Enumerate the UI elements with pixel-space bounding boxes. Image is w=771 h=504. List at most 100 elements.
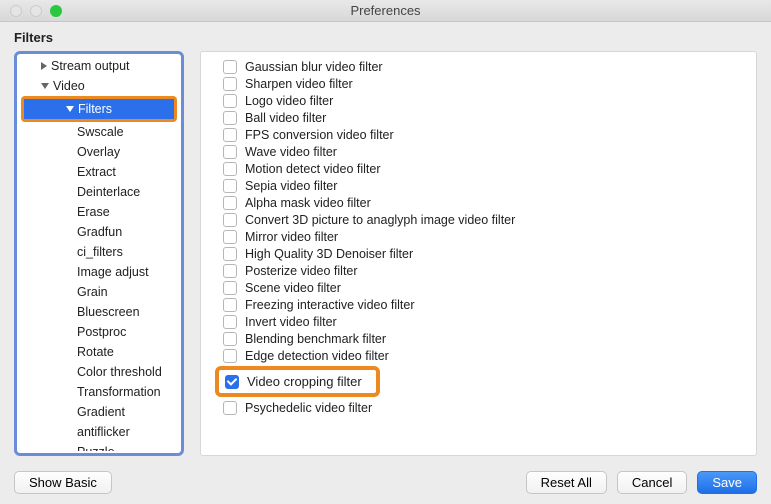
checkbox[interactable] — [223, 349, 237, 363]
filter-label: Sepia video filter — [245, 179, 337, 193]
sidebar-item-label: antiflicker — [77, 425, 130, 439]
sidebar-item[interactable]: Color threshold — [19, 362, 179, 382]
sidebar-item-label: Grain — [77, 285, 108, 299]
filter-highlight: Video cropping filter — [215, 366, 380, 397]
section-title: Filters — [0, 22, 771, 51]
sidebar-item[interactable]: Image adjust — [19, 262, 179, 282]
show-basic-button[interactable]: Show Basic — [14, 471, 112, 494]
filter-label: Alpha mask video filter — [245, 196, 371, 210]
checkbox[interactable] — [223, 213, 237, 227]
filter-row[interactable]: Ball video filter — [201, 109, 756, 126]
sidebar-item[interactable]: Puzzle — [19, 442, 179, 451]
chevron-right-icon — [41, 62, 47, 70]
filter-label: Ball video filter — [245, 111, 326, 125]
sidebar-item-label: Gradfun — [77, 225, 122, 239]
checkbox[interactable] — [223, 281, 237, 295]
sidebar-item[interactable]: Filters — [24, 99, 174, 119]
checkbox[interactable] — [223, 196, 237, 210]
sidebar-item[interactable]: Extract — [19, 162, 179, 182]
filter-row[interactable]: High Quality 3D Denoiser filter — [201, 245, 756, 262]
filter-label: Wave video filter — [245, 145, 337, 159]
sidebar-item[interactable]: Deinterlace — [19, 182, 179, 202]
filter-row[interactable]: Logo video filter — [201, 92, 756, 109]
save-button[interactable]: Save — [697, 471, 757, 494]
filter-label: Blending benchmark filter — [245, 332, 386, 346]
checkbox[interactable] — [223, 230, 237, 244]
checkbox[interactable] — [223, 162, 237, 176]
sidebar-item-label: ci_filters — [77, 245, 123, 259]
chevron-down-icon — [66, 106, 74, 112]
chevron-down-icon — [41, 83, 49, 89]
checkbox[interactable] — [223, 401, 237, 415]
filter-label: Psychedelic video filter — [245, 401, 372, 415]
filter-row[interactable]: Sharpen video filter — [201, 75, 756, 92]
checkbox[interactable] — [223, 315, 237, 329]
filter-label: Scene video filter — [245, 281, 341, 295]
checkbox[interactable] — [223, 111, 237, 125]
sidebar-item-label: Rotate — [77, 345, 114, 359]
window-title: Preferences — [0, 3, 771, 18]
filter-list[interactable]: Gaussian blur video filterSharpen video … — [200, 51, 757, 456]
filter-label: Mirror video filter — [245, 230, 338, 244]
filter-row[interactable]: Freezing interactive video filter — [201, 296, 756, 313]
filter-row[interactable]: FPS conversion video filter — [201, 126, 756, 143]
sidebar-item-label: Deinterlace — [77, 185, 140, 199]
sidebar-item-label: Extract — [77, 165, 116, 179]
sidebar-item[interactable]: Erase — [19, 202, 179, 222]
checkbox[interactable] — [223, 94, 237, 108]
sidebar-item[interactable]: Video — [19, 76, 179, 96]
filter-row[interactable]: Alpha mask video filter — [201, 194, 756, 211]
sidebar-item-label: Erase — [77, 205, 110, 219]
sidebar-item[interactable]: antiflicker — [19, 422, 179, 442]
sidebar-item[interactable]: Transformation — [19, 382, 179, 402]
filter-row[interactable]: Mirror video filter — [201, 228, 756, 245]
filter-row[interactable]: Motion detect video filter — [201, 160, 756, 177]
sidebar-item[interactable]: Overlay — [19, 142, 179, 162]
checkbox[interactable] — [223, 145, 237, 159]
checkbox[interactable] — [223, 332, 237, 346]
filter-row[interactable]: Scene video filter — [201, 279, 756, 296]
cancel-button[interactable]: Cancel — [617, 471, 687, 494]
sidebar-item[interactable]: ci_filters — [19, 242, 179, 262]
filter-row[interactable]: Wave video filter — [201, 143, 756, 160]
sidebar-item[interactable]: Swscale — [19, 122, 179, 142]
sidebar[interactable]: Stream output Video Filters Swscale Overlay E… — [19, 56, 179, 451]
sidebar-item[interactable]: Grain — [19, 282, 179, 302]
filter-row[interactable]: Convert 3D picture to anaglyph image vid… — [201, 211, 756, 228]
filter-row[interactable]: Blending benchmark filter — [201, 330, 756, 347]
checkbox[interactable] — [223, 247, 237, 261]
sidebar-item-label: Transformation — [77, 385, 161, 399]
checkbox[interactable] — [223, 128, 237, 142]
checkbox[interactable] — [223, 298, 237, 312]
sidebar-item[interactable]: Gradient — [19, 402, 179, 422]
filter-row[interactable]: Invert video filter — [201, 313, 756, 330]
titlebar: Preferences — [0, 0, 771, 22]
sidebar-item[interactable]: Gradfun — [19, 222, 179, 242]
filter-row[interactable]: Posterize video filter — [201, 262, 756, 279]
checkbox[interactable] — [223, 179, 237, 193]
filter-label: Logo video filter — [245, 94, 333, 108]
filter-row[interactable]: Gaussian blur video filter — [201, 58, 756, 75]
filter-row[interactable]: Sepia video filter — [201, 177, 756, 194]
sidebar-item-label: Overlay — [77, 145, 120, 159]
checkbox[interactable] — [225, 375, 239, 389]
filter-row[interactable]: Psychedelic video filter — [201, 399, 756, 416]
sidebar-item[interactable]: Rotate — [19, 342, 179, 362]
sidebar-item[interactable]: Postproc — [19, 322, 179, 342]
reset-all-button[interactable]: Reset All — [526, 471, 607, 494]
sidebar-highlight: Filters — [21, 96, 177, 122]
sidebar-item-label: Postproc — [77, 325, 126, 339]
sidebar-item-label: Color threshold — [77, 365, 162, 379]
sidebar-item[interactable]: Bluescreen — [19, 302, 179, 322]
filter-row[interactable]: Edge detection video filter — [201, 347, 756, 364]
sidebar-item-label: Swscale — [77, 125, 124, 139]
filter-label: Posterize video filter — [245, 264, 358, 278]
sidebar-item-label: Stream output — [51, 59, 130, 73]
checkbox[interactable] — [223, 77, 237, 91]
checkbox[interactable] — [223, 60, 237, 74]
checkbox[interactable] — [223, 264, 237, 278]
filter-label: Edge detection video filter — [245, 349, 389, 363]
filter-label: Motion detect video filter — [245, 162, 381, 176]
sidebar-item-label: Video — [53, 79, 85, 93]
sidebar-item[interactable]: Stream output — [19, 56, 179, 76]
